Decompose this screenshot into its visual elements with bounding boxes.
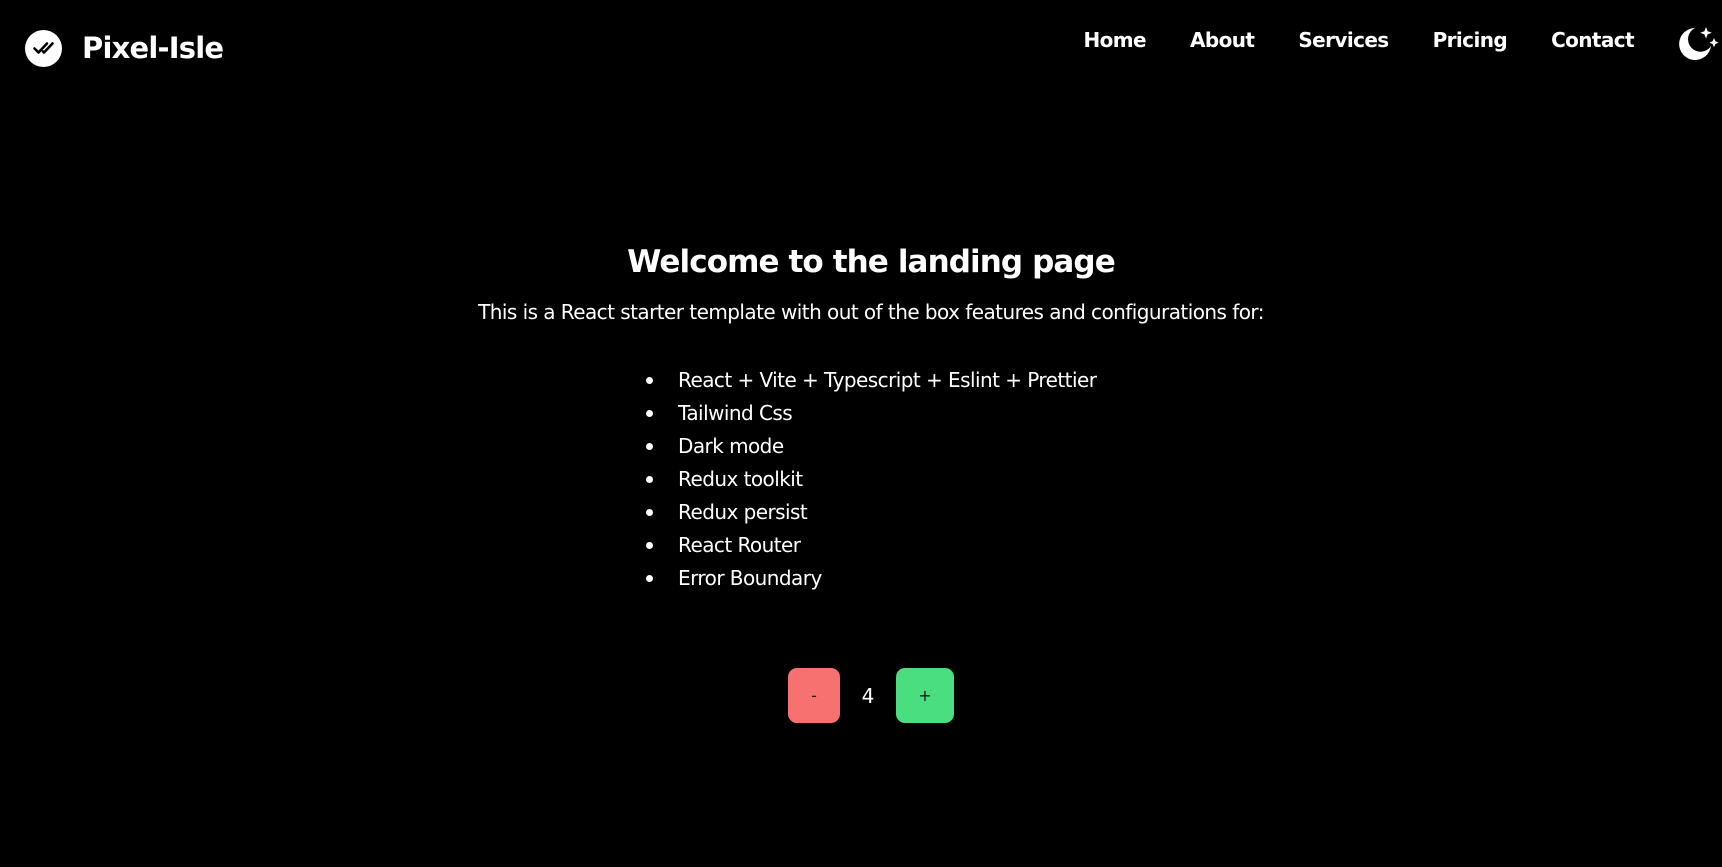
list-item: React + Vite + Typescript + Eslint + Pre…: [646, 364, 1097, 397]
brand-link[interactable]: Pixel-Isle: [25, 28, 224, 68]
feature-list: React + Vite + Typescript + Eslint + Pre…: [646, 364, 1097, 595]
bullet-icon: [646, 509, 653, 516]
list-item: Redux toolkit: [646, 463, 1096, 496]
theme-toggle-button[interactable]: [1676, 24, 1720, 64]
feature-label: React Router: [678, 533, 801, 557]
top-navbar: Pixel-Isle Home About Services Pricing C…: [0, 0, 1722, 96]
feature-label: Redux toolkit: [678, 467, 803, 491]
nav-link-home[interactable]: Home: [1084, 24, 1147, 56]
bullet-icon: [646, 443, 653, 450]
nav-link-pricing[interactable]: Pricing: [1433, 24, 1508, 56]
counter: - 4 +: [788, 668, 954, 723]
list-item: Redux persist: [646, 496, 1096, 529]
bullet-icon: [646, 542, 653, 549]
main-nav: Home About Services Pricing Contact: [1084, 24, 1635, 56]
double-check-circle-icon: [25, 29, 62, 67]
feature-label: Dark mode: [678, 434, 784, 458]
page-title: Welcome to the landing page: [627, 244, 1116, 280]
bullet-icon: [646, 410, 653, 417]
nav-link-services[interactable]: Services: [1298, 24, 1389, 56]
feature-label: Error Boundary: [678, 566, 822, 590]
feature-label: Redux persist: [678, 500, 808, 524]
page: Pixel-Isle Home About Services Pricing C…: [0, 0, 1722, 867]
bullet-icon: [646, 377, 653, 384]
page-description: This is a React starter template with ou…: [478, 300, 1264, 324]
feature-label: React + Vite + Typescript + Eslint + Pre…: [678, 368, 1097, 392]
nav-link-about[interactable]: About: [1190, 24, 1255, 56]
feature-label: Tailwind Css: [678, 401, 793, 425]
counter-value: 4: [861, 683, 875, 708]
increment-button[interactable]: +: [896, 668, 954, 723]
moon-sparkles-icon: [1679, 27, 1719, 60]
brand-name: Pixel-Isle: [82, 31, 224, 65]
list-item: Tailwind Css: [646, 397, 1096, 430]
nav-link-contact[interactable]: Contact: [1551, 24, 1635, 56]
decrement-button[interactable]: -: [788, 668, 840, 723]
list-item: Dark mode: [646, 430, 1096, 463]
hero-section: Welcome to the landing page This is a Re…: [0, 240, 1722, 326]
list-item: React Router: [646, 529, 1096, 562]
bullet-icon: [646, 476, 653, 483]
list-item: Error Boundary: [646, 562, 1096, 595]
bullet-icon: [646, 575, 653, 582]
